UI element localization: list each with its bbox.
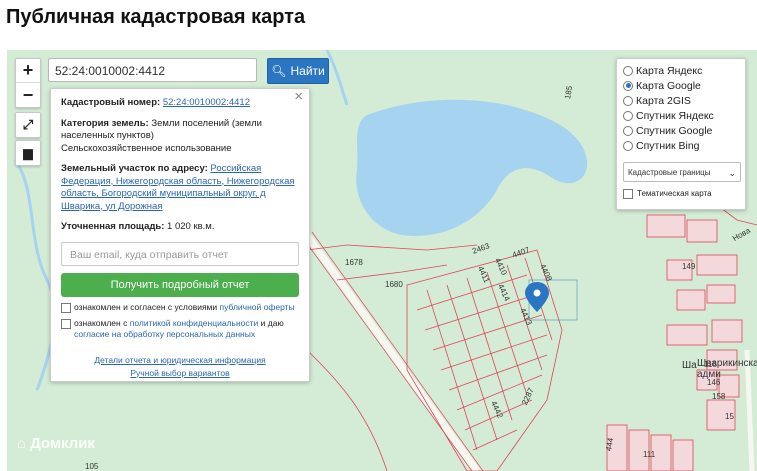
cadastral-label: Кадастровый номер:: [61, 97, 161, 108]
parcel-boundary-2: [336, 264, 448, 281]
layer-option-label: Карта Google: [636, 79, 701, 92]
radio-selected-icon: [623, 80, 633, 91]
personal-data-link[interactable]: согласие на обработку персональных данны…: [74, 329, 255, 339]
details-link[interactable]: Детали отчета и юридическая информация: [94, 355, 265, 365]
layer-option-label: Спутник Яндекс: [636, 109, 714, 122]
layer-option-google-satellite[interactable]: Спутник Google: [623, 123, 739, 138]
offer-checkbox[interactable]: [61, 302, 71, 313]
usage-value: Сельскохозяйственное использование: [61, 142, 232, 154]
print-icon: ▆: [23, 146, 33, 160]
search-button-label: Найти: [290, 64, 325, 78]
radio-icon: [623, 125, 633, 136]
parcel-label: 111: [643, 450, 656, 459]
domclick-logo-icon: ⌂: [17, 435, 27, 452]
page-title: Публичная кадастровая карта: [6, 6, 306, 28]
overlay-select[interactable]: Кадастровые границы ⌄: [623, 162, 741, 182]
zoom-controls: + −: [15, 58, 41, 108]
lake: [356, 99, 588, 236]
category-label: Категория земель:: [61, 117, 149, 129]
watermark-text: Домклик: [30, 435, 95, 452]
layer-option-yandex-satellite[interactable]: Спутник Яндекс: [623, 108, 739, 123]
radio-icon: [623, 140, 633, 151]
address-label: Земельный участок по адресу:: [61, 163, 208, 174]
layer-option-2gis-map[interactable]: Карта 2GIS: [623, 93, 739, 108]
layers-panel: Карта Яндекс Карта Google Карта 2GIS Спу…: [616, 58, 746, 210]
thematic-map-toggle[interactable]: Тематическая карта: [623, 188, 739, 199]
offer-consent-text: ознакомлен и согласен с условиями: [74, 301, 218, 312]
category-row: Категория земель: Земли поселений (земли…: [61, 118, 299, 156]
privacy-checkbox[interactable]: [61, 318, 71, 329]
get-report-button[interactable]: Получить подробный отчет: [61, 272, 299, 297]
layer-option-label: Карта 2GIS: [636, 94, 691, 107]
privacy-consent: ознакомлен с политикой конфиденциальност…: [61, 318, 299, 340]
right-parcels: [606, 214, 743, 471]
cadastral-row: Кадастровый номер: 52:24:0010002:4412: [61, 97, 299, 110]
print-button[interactable]: ▆: [15, 140, 41, 166]
area-value: 1 020 кв.м.: [167, 221, 215, 232]
search-icon: 🔍︎: [271, 64, 287, 78]
watermark: ⌂ Домклик: [17, 435, 95, 452]
thematic-label: Тематическая карта: [637, 189, 712, 198]
search-button[interactable]: 🔍︎ Найти: [267, 58, 329, 84]
offer-consent: ознакомлен и согласен с условиями публич…: [61, 302, 299, 313]
parcel-marker: [525, 282, 549, 312]
cadastral-link[interactable]: 52:24:0010002:4412: [163, 97, 250, 108]
zoom-in-button[interactable]: +: [16, 59, 40, 83]
radio-icon: [623, 110, 633, 121]
privacy-consent-text: ознакомлен с: [74, 317, 128, 328]
parcel-label: 1678: [345, 258, 363, 267]
fullscreen-button[interactable]: ⤢: [15, 112, 41, 138]
place-label: Ша: [682, 360, 697, 371]
stream: [13, 159, 56, 391]
parcel-boundary-1: [306, 244, 478, 251]
road-edge-b: [311, 231, 484, 471]
parcel-label: 1680: [385, 280, 403, 289]
parcel-info-panel: × Кадастровый номер: 52:24:0010002:4412 …: [50, 88, 310, 382]
layer-option-label: Карта Яндекс: [636, 64, 703, 77]
overlay-select-value: Кадастровые границы: [628, 168, 711, 177]
map-view[interactable]: 185 1678 1680 2463 4407 4410 4411 4414 4…: [7, 50, 757, 471]
layer-option-label: Спутник Bing: [636, 139, 700, 152]
parcel-label: 158: [712, 392, 726, 401]
footer-links: Детали отчета и юридическая информация Р…: [61, 354, 299, 380]
area-row: Уточненная площадь: 1 020 кв.м.: [61, 221, 299, 234]
area-label: Уточненная площадь:: [61, 221, 165, 232]
parcel-label: 149: [682, 262, 696, 271]
radio-icon: [623, 95, 633, 106]
stream-top: [325, 50, 349, 106]
expand-icon: ⤢: [22, 117, 34, 132]
offer-link[interactable]: публичной оферты: [220, 302, 295, 312]
search-input[interactable]: 52:24:0010002:4412: [48, 58, 257, 82]
layer-option-bing-satellite[interactable]: Спутник Bing: [623, 138, 739, 153]
privacy-link[interactable]: политикой конфиденциальности: [130, 318, 259, 328]
layer-option-google-map[interactable]: Карта Google: [623, 78, 739, 93]
address-row: Земельный участок по адресу: Российская …: [61, 163, 299, 213]
place-label: Шварикинска адми: [697, 358, 757, 380]
radio-icon: [623, 65, 633, 76]
layer-option-label: Спутник Google: [636, 124, 713, 137]
chevron-down-icon: ⌄: [728, 168, 736, 178]
thematic-checkbox[interactable]: [623, 189, 633, 199]
manual-choice-link[interactable]: Ручной выбор вариантов: [130, 368, 229, 378]
layer-option-yandex-map[interactable]: Карта Яндекс: [623, 63, 739, 78]
privacy-consent-mid: и даю: [260, 317, 284, 328]
parcel-label: 15: [725, 412, 734, 421]
email-field[interactable]: Ваш email, куда отправить отчет: [61, 241, 299, 266]
zoom-out-button[interactable]: −: [16, 83, 40, 107]
parcel-label: 105: [85, 462, 99, 471]
road: [304, 232, 480, 471]
close-icon[interactable]: ×: [294, 89, 303, 103]
parcel-boundary-3: [306, 349, 388, 471]
